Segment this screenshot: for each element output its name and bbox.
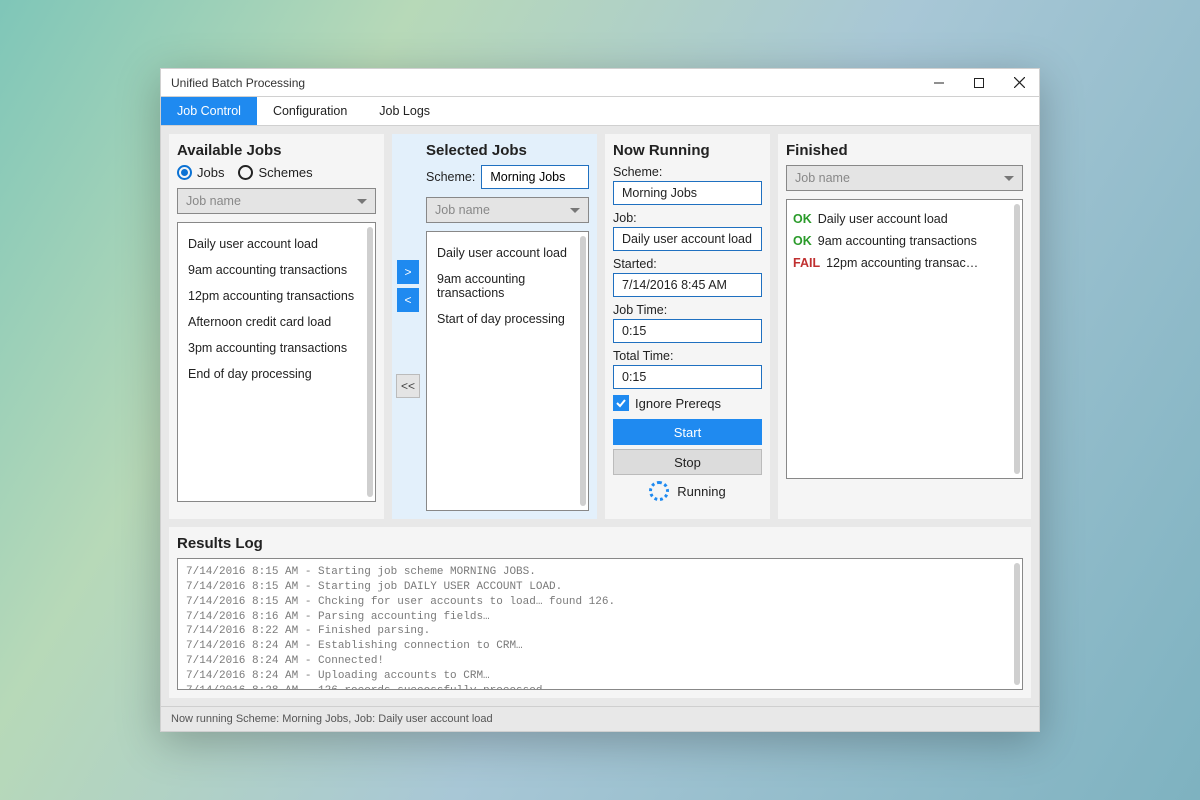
running-totaltime-label: Total Time: bbox=[613, 349, 762, 363]
select-placeholder: Job name bbox=[435, 203, 490, 217]
log-line: 7/14/2016 8:28 AM - 126 records successf… bbox=[186, 684, 1014, 690]
finished-row[interactable]: OK Daily user account load bbox=[793, 208, 1016, 230]
radio-dot-icon bbox=[177, 165, 192, 180]
running-totaltime-value: 0:15 bbox=[613, 365, 762, 389]
scrollbar[interactable] bbox=[1014, 204, 1020, 474]
selected-jobname-select[interactable]: Job name bbox=[426, 197, 589, 223]
log-line: 7/14/2016 8:15 AM - Chcking for user acc… bbox=[186, 595, 1014, 610]
log-line: 7/14/2016 8:16 AM - Parsing accounting f… bbox=[186, 610, 1014, 625]
finished-row[interactable]: OK 9am accounting transactions bbox=[793, 230, 1016, 252]
selected-jobs-list[interactable]: Daily user account load 9am accounting t… bbox=[426, 231, 589, 511]
finished-row[interactable]: FAIL 12pm accounting transac… bbox=[793, 252, 1016, 274]
log-line: 7/14/2016 8:24 AM - Establishing connect… bbox=[186, 639, 1014, 654]
list-item[interactable]: 9am accounting transactions bbox=[186, 257, 371, 283]
available-jobs-list[interactable]: Daily user account load 9am accounting t… bbox=[177, 222, 376, 502]
chevron-down-icon bbox=[570, 208, 580, 213]
window-title: Unified Batch Processing bbox=[161, 76, 919, 90]
log-line: 7/14/2016 8:15 AM - Starting job DAILY U… bbox=[186, 580, 1014, 595]
running-status-label: Running bbox=[677, 484, 725, 499]
list-item[interactable]: 12pm accounting transactions bbox=[186, 283, 371, 309]
running-status: Running bbox=[613, 481, 762, 501]
running-started-label: Started: bbox=[613, 257, 762, 271]
tab-configuration[interactable]: Configuration bbox=[257, 97, 363, 125]
start-button[interactable]: Start bbox=[613, 419, 762, 445]
status-bar: Now running Scheme: Morning Jobs, Job: D… bbox=[161, 706, 1039, 731]
running-jobtime-label: Job Time: bbox=[613, 303, 762, 317]
panel-finished: Finished Job name OK Daily user account … bbox=[778, 134, 1031, 519]
finished-jobname-select[interactable]: Job name bbox=[786, 165, 1023, 191]
chevron-down-icon bbox=[357, 199, 367, 204]
finished-job-label: 12pm accounting transac… bbox=[826, 256, 978, 270]
list-item[interactable]: End of day processing bbox=[186, 361, 371, 387]
spinner-icon bbox=[649, 481, 669, 501]
finished-job-label: Daily user account load bbox=[818, 212, 948, 226]
list-item[interactable]: 9am accounting transactions bbox=[435, 266, 584, 306]
finished-heading: Finished bbox=[786, 142, 1023, 159]
status-badge: OK bbox=[793, 212, 812, 226]
maximize-button[interactable] bbox=[959, 69, 999, 97]
checkbox-checked-icon bbox=[613, 395, 629, 411]
log-line: 7/14/2016 8:24 AM - Connected! bbox=[186, 654, 1014, 669]
scheme-label: Scheme: bbox=[426, 170, 475, 184]
running-job-label: Job: bbox=[613, 211, 762, 225]
select-placeholder: Job name bbox=[186, 194, 241, 208]
panel-selected-wrap: > < << Selected Jobs Scheme: Job name Da… bbox=[392, 134, 597, 519]
running-scheme-label: Scheme: bbox=[613, 165, 762, 179]
available-jobname-select[interactable]: Job name bbox=[177, 188, 376, 214]
results-heading: Results Log bbox=[177, 535, 1023, 552]
running-heading: Now Running bbox=[613, 142, 762, 159]
radio-dot-icon bbox=[238, 165, 253, 180]
app-window: Unified Batch Processing Job Control Con… bbox=[160, 68, 1040, 732]
add-button[interactable]: > bbox=[397, 260, 419, 284]
radio-jobs-label: Jobs bbox=[197, 165, 224, 180]
radio-schemes[interactable]: Schemes bbox=[238, 165, 312, 180]
chevron-down-icon bbox=[1004, 176, 1014, 181]
panel-selected-jobs: Selected Jobs Scheme: Job name Daily use… bbox=[426, 142, 589, 511]
results-log-box[interactable]: 7/14/2016 8:15 AM - Starting job scheme … bbox=[177, 558, 1023, 690]
status-badge: FAIL bbox=[793, 256, 820, 270]
move-buttons-col: > < << bbox=[396, 142, 420, 511]
tab-job-logs[interactable]: Job Logs bbox=[363, 97, 446, 125]
running-started-value: 7/14/2016 8:45 AM bbox=[613, 273, 762, 297]
running-job-value: Daily user account load bbox=[613, 227, 762, 251]
running-scheme-value: Morning Jobs bbox=[613, 181, 762, 205]
scrollbar[interactable] bbox=[580, 236, 586, 506]
main-content: Available Jobs Jobs Schemes Job name Dai… bbox=[161, 126, 1039, 527]
tab-job-control[interactable]: Job Control bbox=[161, 97, 257, 125]
select-placeholder: Job name bbox=[795, 171, 850, 185]
available-mode-radios: Jobs Schemes bbox=[177, 165, 376, 180]
ignore-prereqs-label: Ignore Prereqs bbox=[635, 396, 721, 411]
tab-bar: Job Control Configuration Job Logs bbox=[161, 97, 1039, 126]
scrollbar[interactable] bbox=[1014, 563, 1020, 685]
titlebar: Unified Batch Processing bbox=[161, 69, 1039, 97]
list-item[interactable]: Daily user account load bbox=[186, 231, 371, 257]
panel-now-running: Now Running Scheme: Morning Jobs Job: Da… bbox=[605, 134, 770, 519]
running-jobtime-value: 0:15 bbox=[613, 319, 762, 343]
remove-button[interactable]: < bbox=[397, 288, 419, 312]
log-line: 7/14/2016 8:15 AM - Starting job scheme … bbox=[186, 565, 1014, 580]
status-badge: OK bbox=[793, 234, 812, 248]
selected-heading: Selected Jobs bbox=[426, 142, 589, 159]
panel-results-log: Results Log 7/14/2016 8:15 AM - Starting… bbox=[169, 527, 1031, 698]
minimize-button[interactable] bbox=[919, 69, 959, 97]
finished-jobs-list[interactable]: OK Daily user account load OK 9am accoun… bbox=[786, 199, 1023, 479]
list-item[interactable]: 3pm accounting transactions bbox=[186, 335, 371, 361]
panel-available-jobs: Available Jobs Jobs Schemes Job name Dai… bbox=[169, 134, 384, 519]
finished-job-label: 9am accounting transactions bbox=[818, 234, 977, 248]
radio-schemes-label: Schemes bbox=[258, 165, 312, 180]
list-item[interactable]: Daily user account load bbox=[435, 240, 584, 266]
radio-jobs[interactable]: Jobs bbox=[177, 165, 224, 180]
log-line: 7/14/2016 8:24 AM - Uploading accounts t… bbox=[186, 669, 1014, 684]
close-button[interactable] bbox=[999, 69, 1039, 97]
stop-button[interactable]: Stop bbox=[613, 449, 762, 475]
scheme-input[interactable] bbox=[481, 165, 589, 189]
list-item[interactable]: Start of day processing bbox=[435, 306, 584, 332]
remove-all-button[interactable]: << bbox=[396, 374, 420, 398]
scrollbar[interactable] bbox=[367, 227, 373, 497]
ignore-prereqs-checkbox[interactable]: Ignore Prereqs bbox=[613, 395, 762, 411]
available-heading: Available Jobs bbox=[177, 142, 376, 159]
log-line: 7/14/2016 8:22 AM - Finished parsing. bbox=[186, 624, 1014, 639]
list-item[interactable]: Afternoon credit card load bbox=[186, 309, 371, 335]
